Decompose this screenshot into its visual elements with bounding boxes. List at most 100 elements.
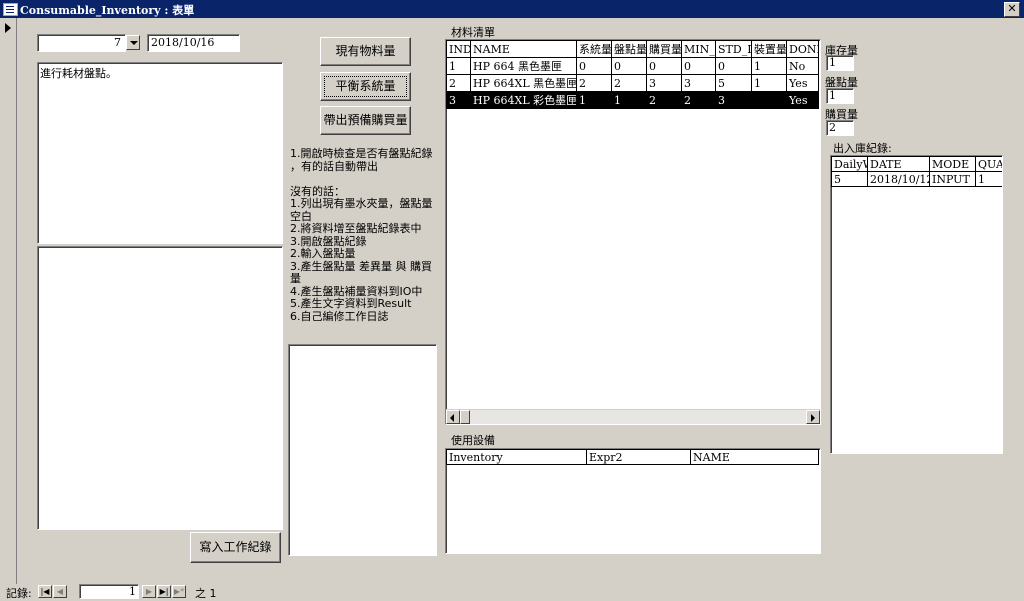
combo-value: 7 [114,36,121,49]
table-cell[interactable]: Yes [786,91,819,109]
date-value: 2018/10/16 [151,36,215,49]
work-log-textarea[interactable] [37,246,283,530]
column-header[interactable]: DailyW [831,156,868,172]
column-header[interactable]: 裝置量 [751,40,787,58]
table-cell[interactable]: 2 [611,74,647,92]
record-selector[interactable] [0,18,17,584]
table-cell[interactable]: 1 [446,57,471,75]
table-cell[interactable]: 3 [681,74,716,92]
instruction-line [290,173,440,186]
column-header[interactable]: QUA [975,156,1002,172]
date-field[interactable]: 2018/10/16 [147,34,240,52]
buy-value: 2 [829,121,836,134]
table-cell[interactable]: 5 [831,171,868,187]
materials-subform[interactable]: INDINAME系統量盤點量購買量MIN_ISTD_I裝置量DONE 1HP 6… [445,39,821,425]
table-cell[interactable]: 2 [446,74,471,92]
table-cell[interactable]: 3 [446,91,471,109]
table-cell[interactable]: 0 [646,57,682,75]
table-cell[interactable]: 0 [715,57,752,75]
instruction-line: 1.開啟時檢查是否有盤點紀錄 [290,147,433,160]
table-cell[interactable]: 2018/10/12 [867,171,930,187]
table-cell[interactable]: 1 [751,74,787,92]
column-header[interactable]: NAME [690,449,819,465]
scroll-left-button[interactable] [446,410,460,424]
record-number-field[interactable]: 1 [79,584,139,599]
column-header[interactable]: NAME [470,40,577,58]
io-subform[interactable]: DailyWDATEMODEQUA 52018/10/12INPUT1 [830,155,1003,454]
balance-system-button[interactable]: 平衡系統量 [320,72,411,101]
table-cell[interactable]: 0 [681,57,716,75]
table-row[interactable]: 1 HP 664 黑色墨匣 0 0 0 0 0 1 No [446,57,819,75]
table-cell[interactable]: 1 [611,91,647,109]
column-header[interactable]: MODE [929,156,976,172]
next-record-button[interactable]: ▶ [142,585,156,598]
column-header[interactable]: 系統量 [576,40,612,58]
table-cell[interactable]: HP 664 黑色墨匣 [470,57,577,75]
column-header[interactable]: MIN_I [681,40,716,58]
last-record-button[interactable]: ▶| [157,585,171,598]
table-cell[interactable]: 5 [715,74,752,92]
note-textarea[interactable]: 進行耗材盤點。 [37,62,283,244]
table-row[interactable]: 2 HP 664XL 黑色墨匣 2 2 3 3 5 1 Yes [446,74,819,92]
table-cell[interactable]: Yes [786,74,819,92]
count-value: 1 [829,89,836,102]
close-button[interactable]: ✕ [1004,2,1020,17]
current-stock-button[interactable]: 現有物料量 [320,37,411,66]
table-cell[interactable]: HP 664XL 黑色墨匣 [470,74,577,92]
table-cell[interactable]: No [786,57,819,75]
stock-field[interactable]: 1 [826,55,854,71]
combo-dropdown-button[interactable] [126,35,140,50]
record-number: 1 [129,585,136,598]
scroll-right-button[interactable] [806,410,820,424]
table-cell[interactable]: 3 [715,91,752,109]
table-cell[interactable]: 2 [646,91,682,109]
write-log-button[interactable]: 寫入工作紀錄 [190,532,281,563]
table-cell[interactable]: 1 [751,57,787,75]
arrow-right-icon [811,414,815,422]
table-cell[interactable]: 0 [576,57,612,75]
window-title: Consumable_Inventory : 表單 [20,4,195,17]
equipment-label: 使用設備 [451,434,495,447]
table-row[interactable]: 5 2018/10/12 INPUT 1 [831,171,1002,187]
instruction-line: 6.自己編修工作日誌 [290,309,389,323]
materials-table[interactable]: INDINAME系統量盤點量購買量MIN_ISTD_I裝置量DONE 1HP 6… [446,40,819,109]
column-header[interactable]: INDI [446,40,471,58]
column-header[interactable]: Inventory [446,449,587,465]
column-header[interactable]: Expr2 [586,449,691,465]
table-cell[interactable]: 3 [646,74,682,92]
equipment-table[interactable]: Inventory Expr2 NAME [446,449,819,465]
bring-purchase-button[interactable]: 帶出預備購買量 [320,106,411,135]
record-combo[interactable]: 7 [37,34,126,52]
first-record-button[interactable]: |◀ [38,585,52,598]
instructions-text: 1.開啟時檢查是否有盤點紀錄 ，有的話自動帶出 沒有的話： 1.列出現有墨水夾量，盤點… [290,147,440,323]
record-count: 之 1 [195,587,217,600]
column-header[interactable]: DONE [786,40,819,58]
scroll-thumb[interactable] [460,410,470,424]
io-table[interactable]: DailyWDATEMODEQUA 52018/10/12INPUT1 [831,156,1002,187]
count-field[interactable]: 1 [826,88,854,104]
table-cell[interactable]: 1 [975,171,1002,187]
materials-hscrollbar[interactable] [446,409,820,424]
instruction-line: ，有的話自動帶出 [290,159,378,173]
result-textarea[interactable] [288,344,437,556]
column-header[interactable]: DATE [867,156,930,172]
io-label: 出入庫紀錄: [833,142,892,155]
instruction-line: 3.產生盤點量 差異量 與 購買 [290,259,432,273]
column-header[interactable]: 盤點量 [611,40,647,58]
table-row[interactable]: 3 HP 664XL 彩色墨匣 1 1 2 2 3 Yes [446,91,819,109]
table-cell[interactable]: 2 [681,91,716,109]
table-cell[interactable] [751,91,787,109]
column-header[interactable]: 購買量 [646,40,682,58]
table-cell[interactable]: 0 [611,57,647,75]
column-header[interactable]: STD_I [715,40,752,58]
buy-field[interactable]: 2 [826,120,854,136]
table-cell[interactable]: INPUT [929,171,976,187]
table-cell[interactable]: 1 [576,91,612,109]
equipment-subform[interactable]: Inventory Expr2 NAME [445,448,821,554]
table-cell[interactable]: 2 [576,74,612,92]
prev-record-button[interactable]: ◀ [53,585,67,598]
instruction-line: 量 [290,272,301,285]
arrow-left-icon [450,414,454,422]
table-cell[interactable]: HP 664XL 彩色墨匣 [470,91,577,109]
new-record-button[interactable]: ▶* [172,585,186,598]
